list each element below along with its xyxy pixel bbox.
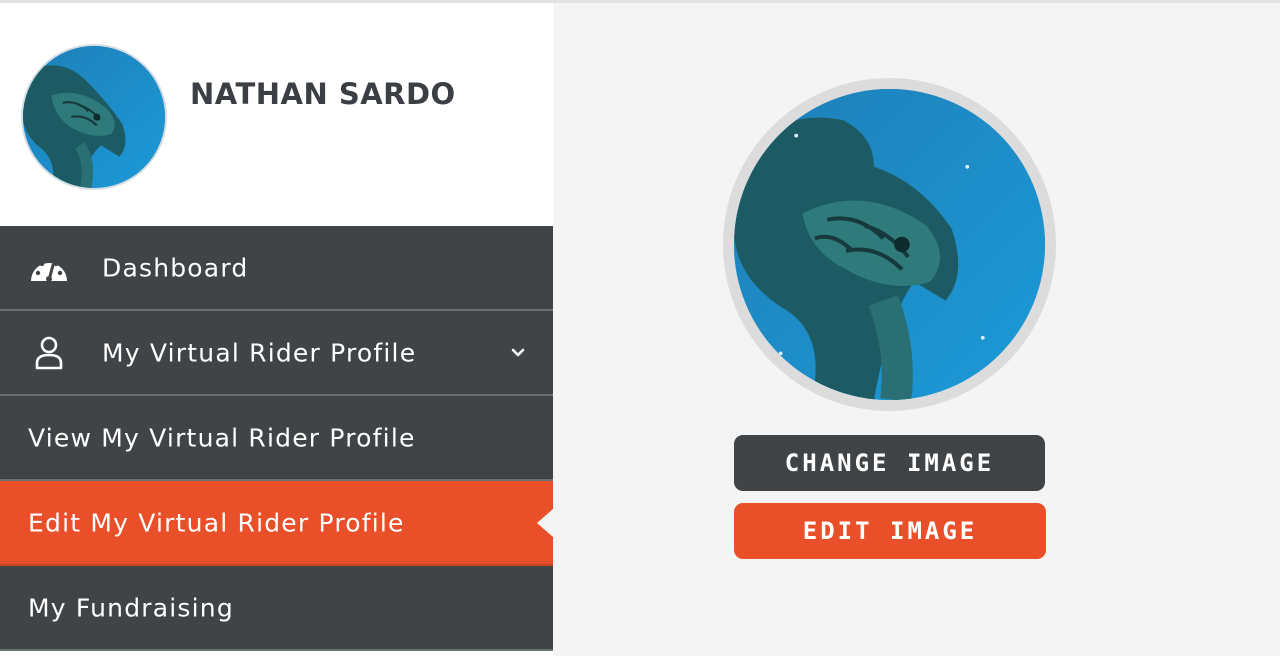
nav-item-view-profile[interactable]: View My Virtual Rider Profile: [0, 396, 553, 481]
main-content: CHANGE IMAGE EDIT IMAGE: [553, 3, 1280, 656]
sea-turtle-photo-large: [734, 89, 1045, 400]
profile-image: [734, 89, 1045, 400]
nav-item-dashboard[interactable]: Dashboard: [0, 226, 553, 311]
nav-label-edit-profile: Edit My Virtual Rider Profile: [28, 508, 405, 537]
change-image-button[interactable]: CHANGE IMAGE: [734, 435, 1045, 491]
nav-item-my-fundraising[interactable]: My Fundraising: [0, 566, 553, 651]
nav-label-dashboard: Dashboard: [102, 253, 249, 282]
user-name: NATHAN SARDO: [190, 77, 456, 111]
nav-item-edit-profile[interactable]: Edit My Virtual Rider Profile: [0, 481, 553, 566]
nav-label-my-fundraising: My Fundraising: [28, 593, 234, 622]
chevron-down-icon[interactable]: [506, 341, 530, 365]
sea-turtle-photo: [23, 46, 165, 188]
nav-item-my-virtual-rider-profile[interactable]: My Virtual Rider Profile: [0, 311, 553, 396]
profile-header: NATHAN SARDO: [0, 3, 553, 226]
active-indicator-arrow: [537, 508, 553, 537]
nav-label-my-virtual-rider-profile: My Virtual Rider Profile: [102, 338, 417, 367]
sidebar: NATHAN SARDO Dashboard My Virtual Rider …: [0, 3, 553, 656]
nav-label-view-profile: View My Virtual Rider Profile: [28, 423, 416, 452]
sidebar-nav: Dashboard My Virtual Rider Profile View …: [0, 226, 553, 651]
dashboard-gauge-icon: [28, 247, 70, 289]
user-avatar[interactable]: [21, 44, 167, 190]
user-icon: [28, 332, 70, 374]
edit-image-button[interactable]: EDIT IMAGE: [734, 503, 1046, 559]
profile-image-frame: [723, 78, 1056, 411]
